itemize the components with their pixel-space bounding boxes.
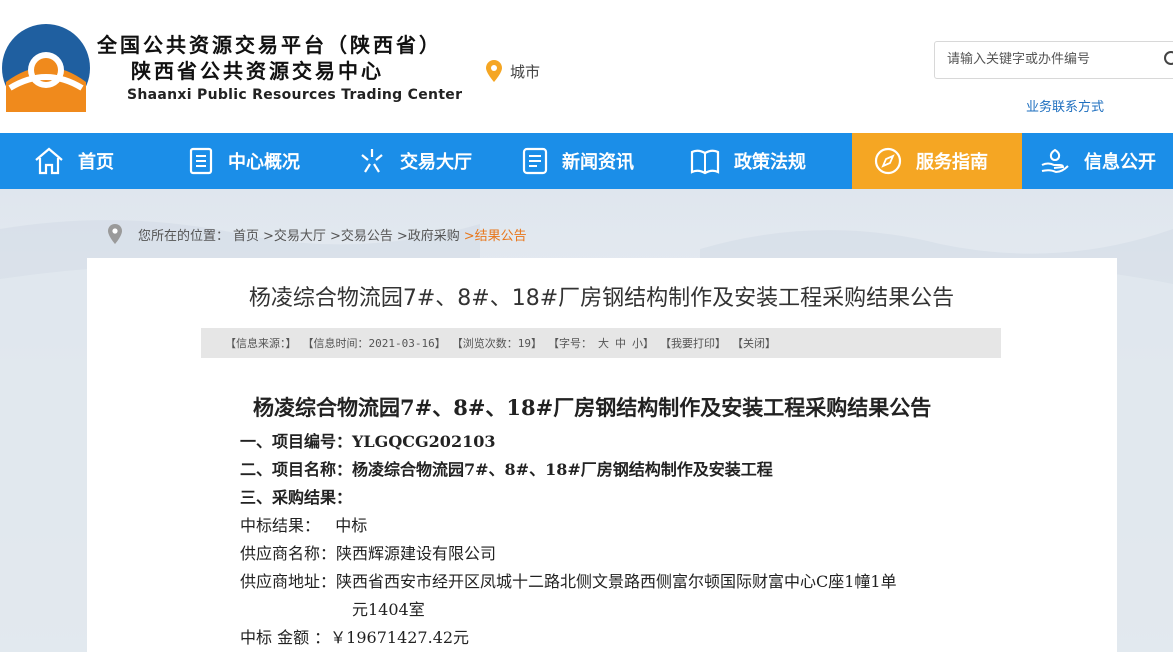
location-pin-icon bbox=[108, 224, 122, 244]
nav-item-info-disclosure[interactable]: 信息公开 bbox=[1022, 133, 1173, 189]
info-time: 【信息时间：2021-03-16】 bbox=[302, 337, 446, 350]
nav-item-home[interactable]: 首页 bbox=[0, 133, 152, 189]
font-size-small-button[interactable]: 小】 bbox=[632, 335, 654, 351]
article-info-bar: 【信息来源：】 【信息时间：2021-03-16】 【浏览次数：19】 【字号：… bbox=[201, 328, 1001, 358]
breadcrumb: 您所在的位置： 首页 >交易大厅 >交易公告 >政府采购 >结果公告 bbox=[108, 224, 531, 244]
bid-result: 中标结果： 中标 bbox=[240, 516, 368, 535]
brand-title-en: Shaanxi Public Resources Trading Center bbox=[127, 87, 463, 103]
nav-item-service-guide[interactable]: 服务指南 bbox=[852, 133, 1022, 189]
project-name: 二、项目名称：杨凌综合物流园7#、8#、18#厂房钢结构制作及安装工程 bbox=[240, 460, 773, 479]
city-label: 城市 bbox=[510, 62, 541, 81]
home-icon bbox=[35, 147, 63, 175]
search-icon[interactable] bbox=[1163, 50, 1173, 70]
news-icon bbox=[522, 147, 548, 175]
breadcrumb-gov-procurement[interactable]: >政府采购 bbox=[397, 225, 460, 244]
nav-item-label: 政策法规 bbox=[734, 152, 806, 173]
nav-item-label: 首页 bbox=[78, 152, 114, 173]
sparkle-icon bbox=[361, 149, 383, 173]
article-panel bbox=[87, 258, 1117, 652]
brand-title-cn-2: 陕西省公共资源交易中心 bbox=[131, 59, 384, 83]
breadcrumb-trading-hall[interactable]: >交易大厅 bbox=[263, 225, 326, 244]
breadcrumb-announcements[interactable]: >交易公告 bbox=[330, 225, 393, 244]
nav-item-label: 中心概况 bbox=[228, 152, 300, 173]
nav-item-label: 信息公开 bbox=[1084, 152, 1156, 173]
search-box bbox=[934, 41, 1173, 79]
search-input[interactable] bbox=[935, 42, 1162, 76]
supplier-address: 供应商地址：陕西省西安市经开区凤城十二路北侧文景路西侧富尔顿国际财富中心C座1幢… bbox=[240, 572, 897, 591]
book-icon bbox=[690, 149, 720, 175]
business-contact-link[interactable]: 业务联系方式 bbox=[1026, 96, 1104, 115]
project-number: 一、项目编号：YLGQCG202103 bbox=[240, 432, 496, 451]
site-header: 全国公共资源交易平台（陕西省） 陕西省公共资源交易中心 Shaanxi Publ… bbox=[0, 0, 1173, 133]
site-brand: 全国公共资源交易平台（陕西省） 陕西省公共资源交易中心 Shaanxi Publ… bbox=[97, 32, 462, 106]
brand-title-cn-1: 全国公共资源交易平台（陕西省） bbox=[97, 33, 442, 57]
bid-amount: 中标 金额 ：￥19671427.42元 bbox=[240, 628, 470, 647]
nav-item-label: 交易大厅 bbox=[400, 152, 472, 173]
nav-item-label: 服务指南 bbox=[916, 152, 988, 173]
article-title: 杨凌综合物流园7#、8#、18#厂房钢结构制作及安装工程采购结果公告 bbox=[253, 395, 932, 420]
location-pin-icon bbox=[486, 60, 502, 82]
page-title: 杨凌综合物流园7#、8#、18#厂房钢结构制作及安装工程采购结果公告 bbox=[248, 286, 955, 311]
nav-item-trading-hall[interactable]: 交易大厅 bbox=[322, 133, 492, 189]
font-size-large-button[interactable]: 大 bbox=[598, 335, 609, 351]
supplier-address-cont: 元1404室 bbox=[352, 600, 425, 619]
compass-icon bbox=[874, 147, 902, 175]
font-size-medium-button[interactable]: 中 bbox=[615, 335, 626, 351]
site-logo[interactable] bbox=[0, 22, 92, 114]
info-source: 【信息来源：】 bbox=[225, 337, 297, 350]
supplier-name: 供应商名称：陕西辉源建设有限公司 bbox=[240, 544, 497, 563]
breadcrumb-home[interactable]: 首页 bbox=[233, 225, 259, 244]
breadcrumb-prefix: 您所在的位置： bbox=[138, 228, 230, 244]
procurement-result-heading: 三、采购结果： bbox=[240, 488, 353, 507]
hand-icon bbox=[1041, 148, 1069, 174]
close-button[interactable]: 【关闭】 bbox=[732, 335, 776, 351]
nav-item-news[interactable]: 新闻资讯 bbox=[492, 133, 662, 189]
main-nav: 首页 中心概况 交易大厅 新闻资讯 政策法规 服务指南 信息公开 bbox=[0, 133, 1173, 189]
city-selector[interactable]: 城市 bbox=[486, 60, 540, 82]
document-icon bbox=[189, 147, 213, 175]
nav-item-policy[interactable]: 政策法规 bbox=[662, 133, 852, 189]
print-button[interactable]: 【我要打印】 bbox=[660, 335, 726, 351]
nav-item-overview[interactable]: 中心概况 bbox=[152, 133, 322, 189]
info-font-size-label: 【字号： bbox=[547, 337, 592, 350]
nav-item-label: 新闻资讯 bbox=[562, 152, 634, 173]
info-views: 【浏览次数：19】 bbox=[451, 337, 542, 350]
breadcrumb-current[interactable]: >结果公告 bbox=[464, 225, 527, 244]
